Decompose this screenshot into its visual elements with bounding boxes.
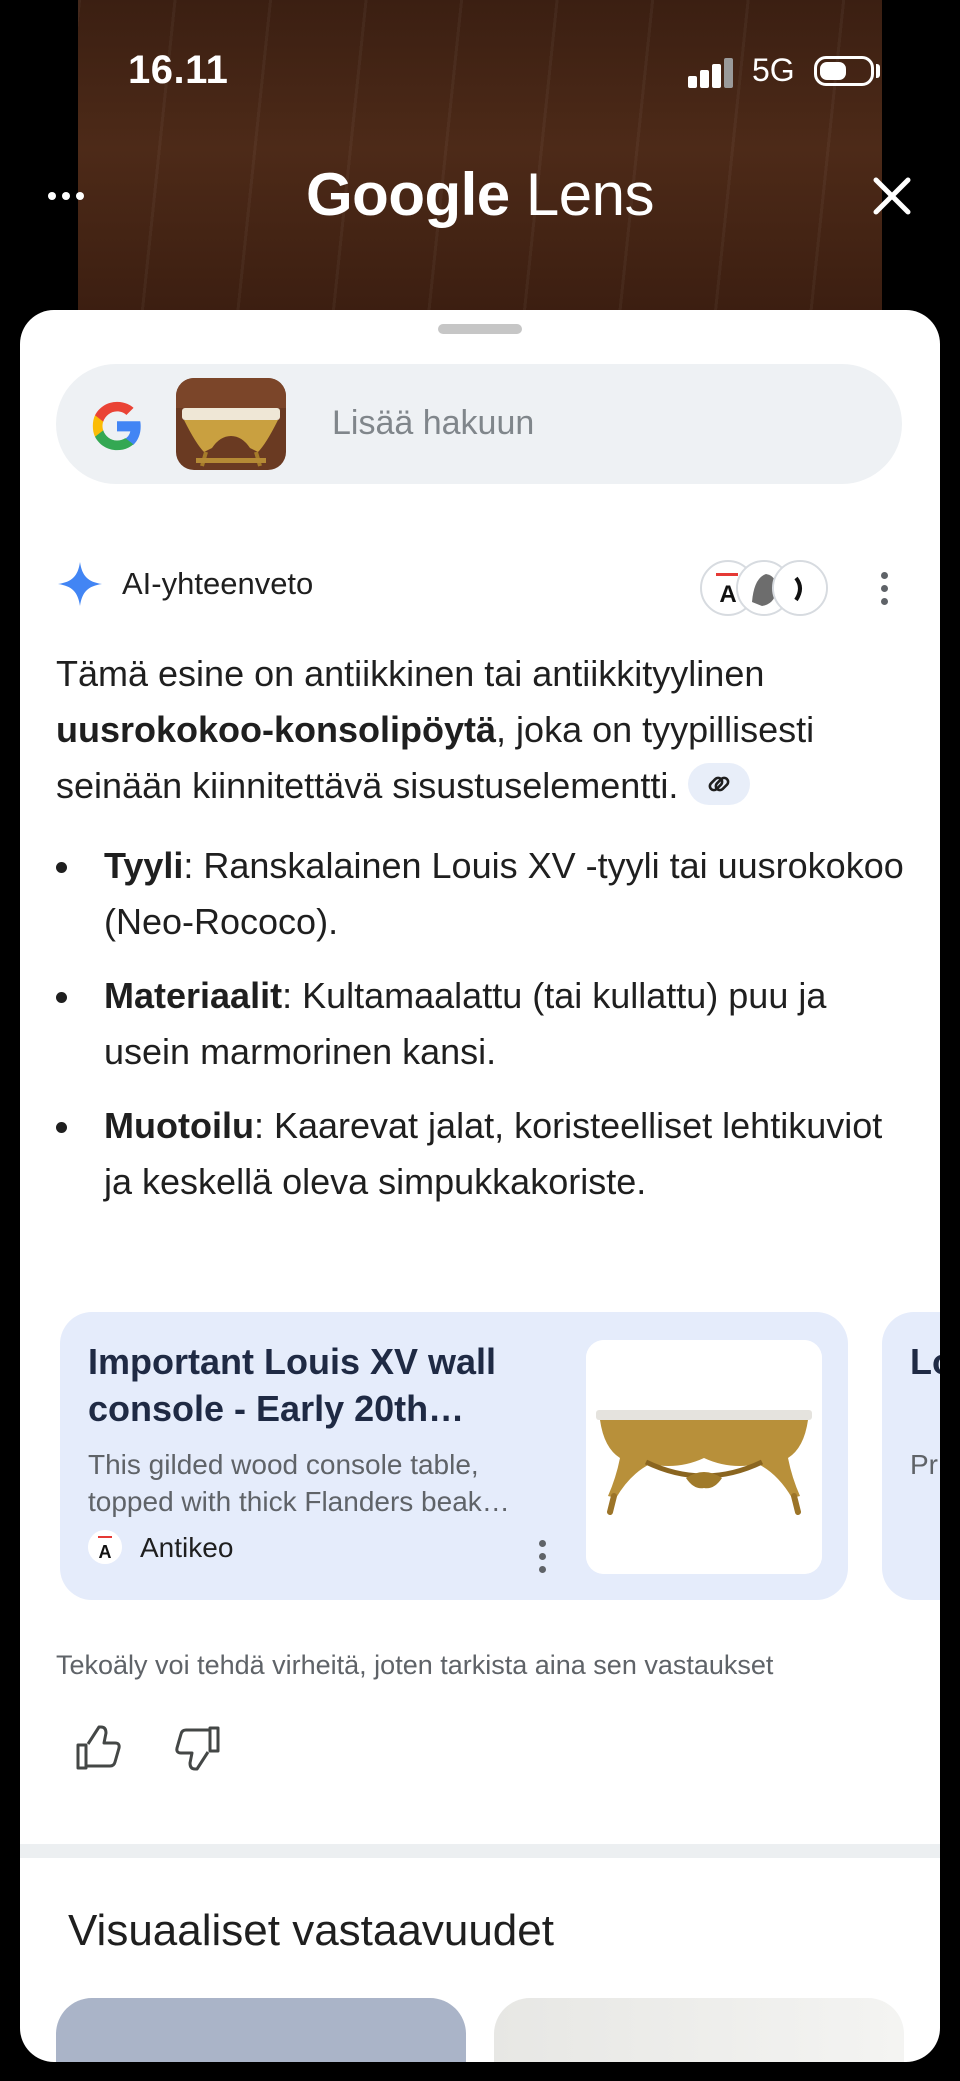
search-placeholder[interactable]: Lisää hakuun xyxy=(332,404,534,443)
bullet-style: Tyyli: Ranskalainen Louis XV -tyyli tai … xyxy=(56,838,916,950)
summary-intro: Tämä esine on antiikkinen tai antiikkity… xyxy=(56,653,765,694)
bullet-materials: Materiaalit: Kultamaalattu (tai kullattu… xyxy=(56,968,916,1080)
thumbs-up-icon[interactable] xyxy=(68,1718,128,1778)
network-type: 5G xyxy=(752,52,795,88)
source-card-description: This gilded wood console table, topped w… xyxy=(88,1449,510,1517)
source-avatar-3 xyxy=(772,560,828,616)
source-card-title: Important Louis XV wall console - Early … xyxy=(88,1341,497,1429)
source-card-partial-description: Pr Wa xyxy=(910,1449,940,1480)
ai-overview-label: AI-yhteenveto xyxy=(122,566,314,601)
svg-text:A: A xyxy=(99,1542,112,1562)
bullet-term: Materiaalit xyxy=(104,975,283,1016)
bullet-text: : Ranskalainen Louis XV -tyyli tai uusro… xyxy=(104,845,904,942)
bullet-term: Muotoilu xyxy=(104,1105,254,1146)
ai-disclaimer: Tekoäly voi tehdä virheitä, joten tarkis… xyxy=(56,1650,774,1680)
ai-overview-menu-button[interactable] xyxy=(878,572,890,605)
antikeo-logo-icon: A xyxy=(88,1530,122,1564)
visual-match-item[interactable] xyxy=(494,1998,904,2062)
visual-matches-heading: Visuaaliset vastaavuudet xyxy=(68,1906,554,1955)
bullet-term: Tyyli xyxy=(104,845,184,886)
link-icon xyxy=(708,777,730,792)
ai-sparkle-icon xyxy=(58,562,102,606)
section-divider xyxy=(20,1844,940,1858)
source-card[interactable]: Important Louis XV wall console - Early … xyxy=(60,1312,848,1600)
source-card-partial[interactable]: Lo W Pr Wa xyxy=(882,1312,940,1600)
source-card-site: Antikeo xyxy=(140,1532,234,1563)
battery-tip xyxy=(876,64,880,78)
drag-handle[interactable] xyxy=(438,324,522,334)
ai-summary-text: Tämä esine on antiikkinen tai antiikkity… xyxy=(56,646,876,814)
svg-text:A: A xyxy=(719,581,736,608)
source-avatars[interactable]: A xyxy=(700,560,830,616)
status-time: 16.11 xyxy=(128,48,229,92)
battery-icon xyxy=(814,56,874,86)
source-card-image xyxy=(586,1340,822,1574)
visual-match-item[interactable] xyxy=(56,1998,466,2062)
title-google: Google xyxy=(306,161,510,228)
signal-icon xyxy=(688,58,733,88)
google-logo-icon xyxy=(92,401,141,451)
source-card-partial-title: Lo W xyxy=(910,1341,940,1382)
summary-bold-term: uusrokokoo-konsolipöytä xyxy=(56,709,497,750)
source-card-menu-button[interactable] xyxy=(536,1540,548,1573)
thumbs-down-icon[interactable] xyxy=(168,1718,228,1778)
title-lens: Lens xyxy=(509,161,655,228)
results-sheet: Lisää hakuun AI-yhteenveto A Tämä esine … xyxy=(20,310,940,2062)
ai-summary-bullets: Tyyli: Ranskalainen Louis XV -tyyli tai … xyxy=(56,838,916,1228)
close-icon[interactable] xyxy=(864,168,920,224)
bullet-design: Muotoilu: Kaarevat jalat, koristeelliset… xyxy=(56,1098,916,1210)
citation-link-button[interactable] xyxy=(688,763,751,806)
query-image-thumbnail[interactable] xyxy=(176,378,286,470)
page-title: Google Lens xyxy=(0,160,960,229)
search-bar[interactable]: Lisää hakuun xyxy=(56,364,902,484)
